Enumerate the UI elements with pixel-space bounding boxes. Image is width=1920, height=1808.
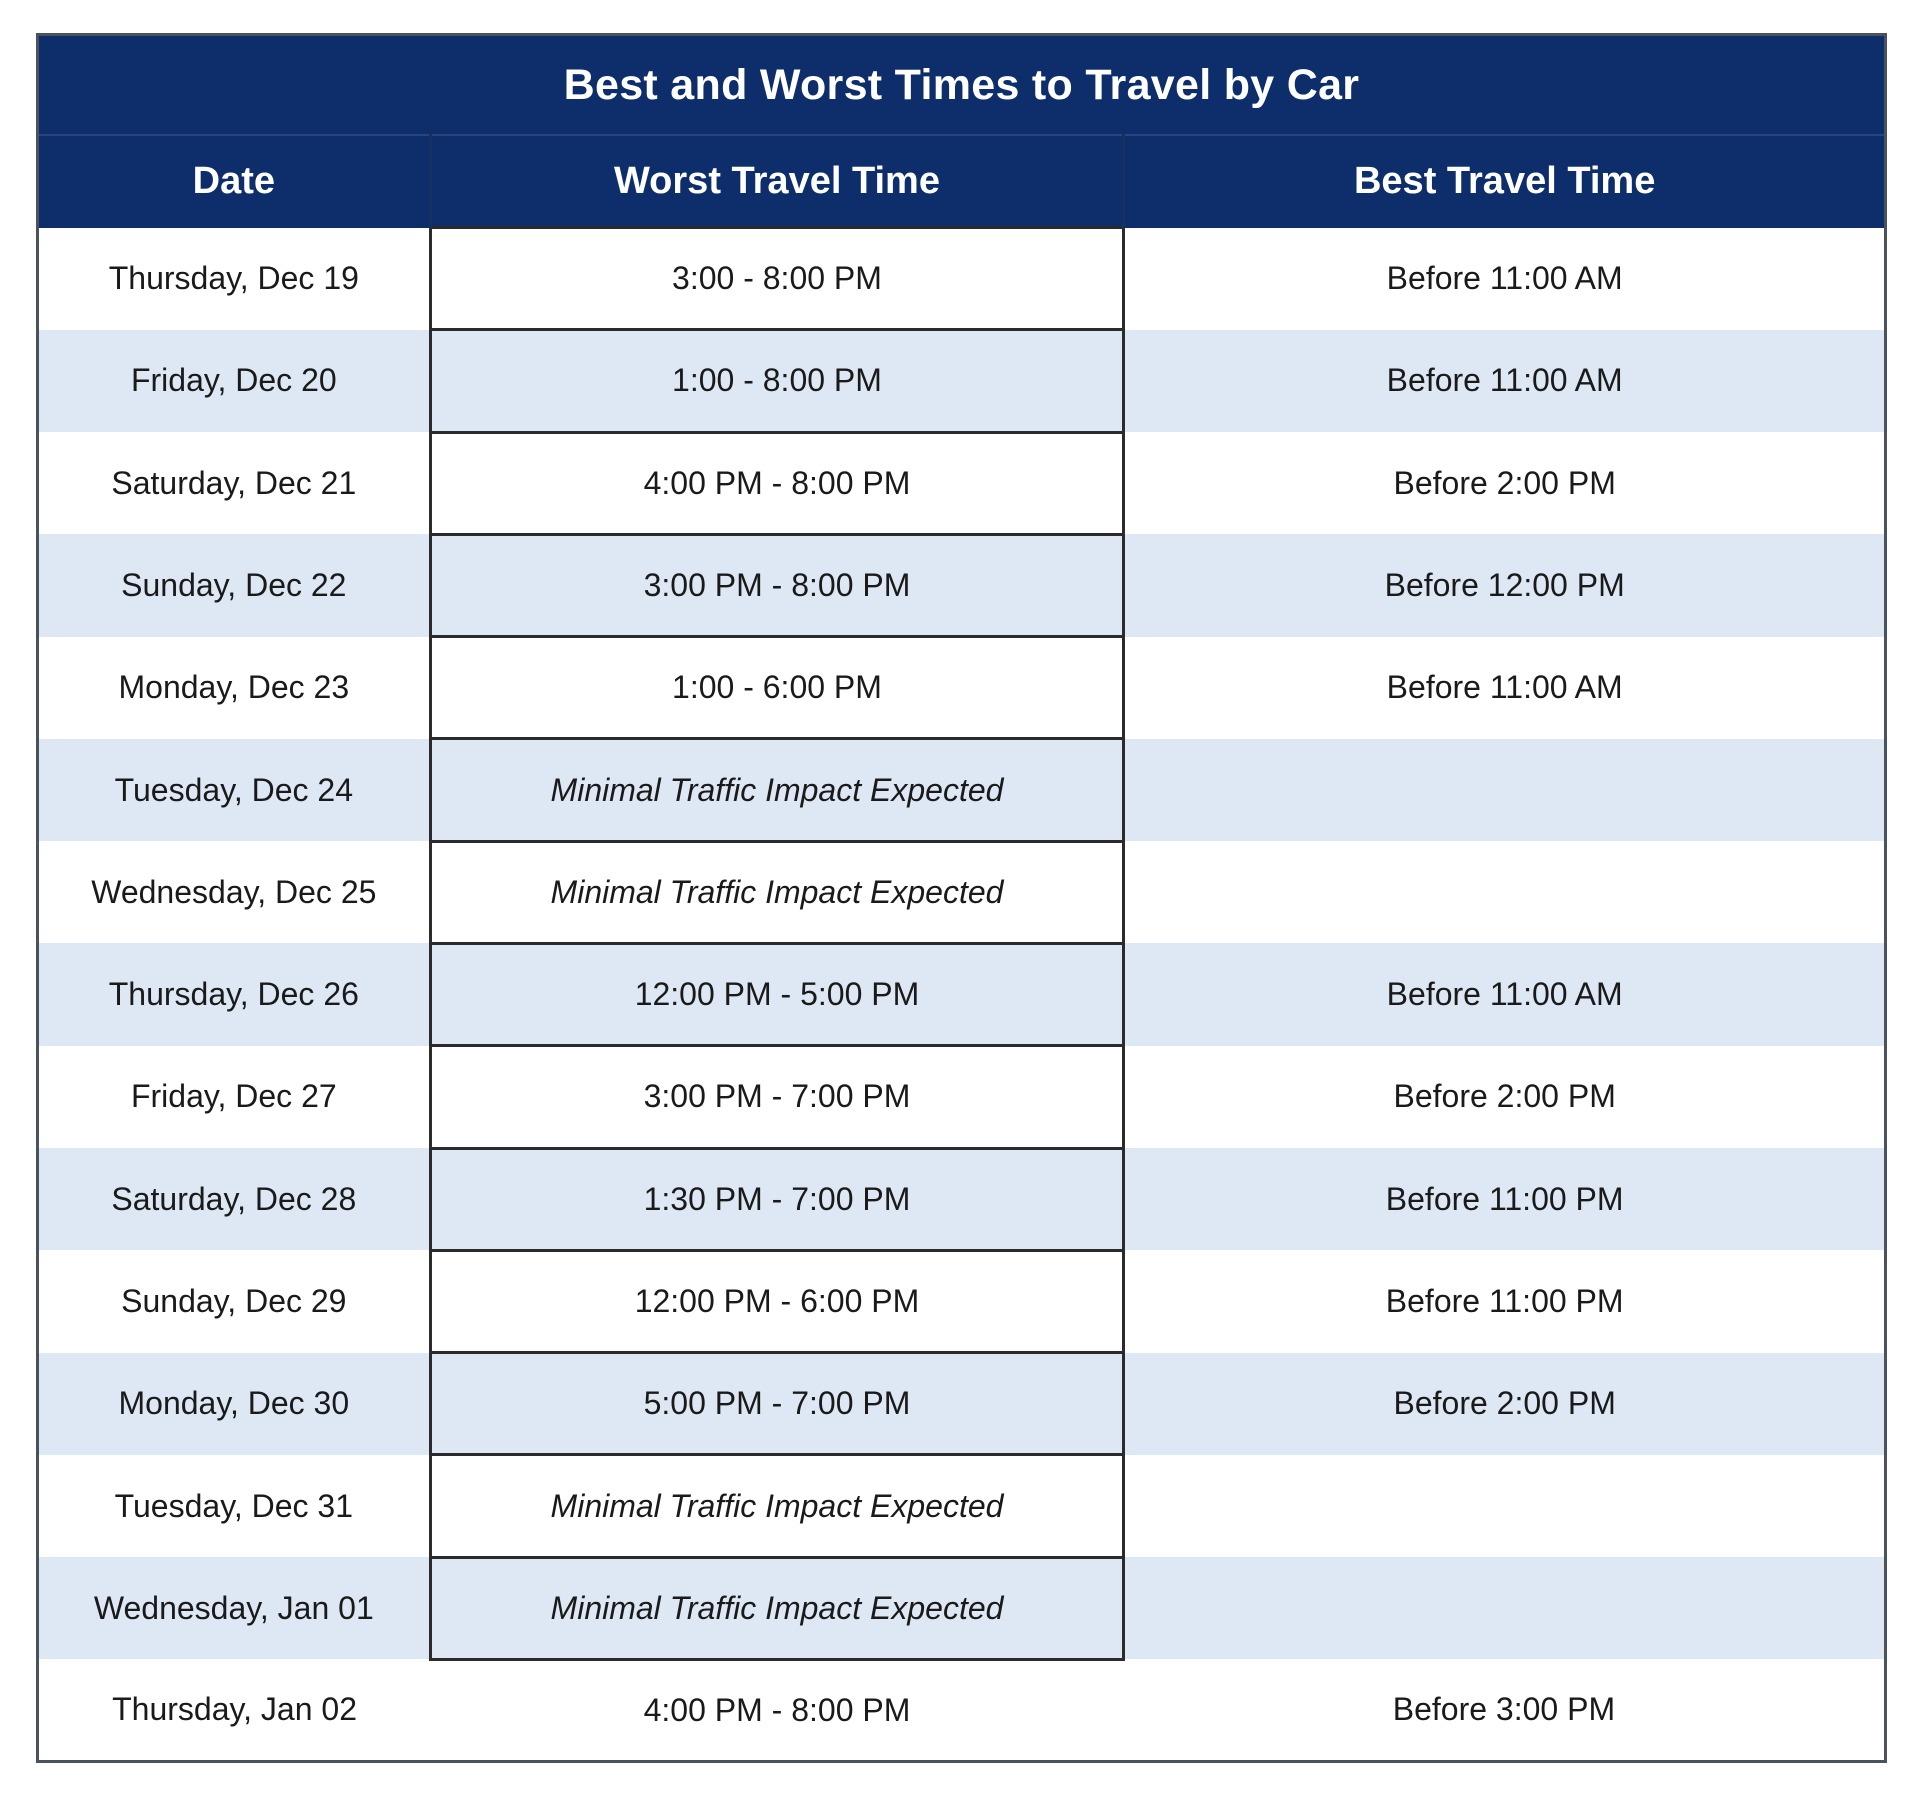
cell-worst-travel-time: 1:00 - 6:00 PM [428,636,1126,741]
travel-times-table-frame: Best and Worst Times to Travel by Car Da… [36,33,1887,1763]
cell-date: Thursday, Jan 02 [39,1659,431,1760]
cell-best-travel-time: Before 2:00 PM [1123,432,1884,535]
cell-worst-travel-time: 4:00 PM - 8:00 PM [428,432,1126,536]
cell-date: Tuesday, Dec 31 [39,1454,431,1558]
cell-date: Friday, Dec 27 [39,1045,431,1149]
cell-worst-travel-time: 3:00 - 8:00 PM [428,225,1126,332]
table-row: Sunday, Dec 29 12:00 PM - 6:00 PM Before 1… [39,1250,1884,1355]
cell-date: Sunday, Dec 29 [39,1250,431,1353]
cell-best-travel-time: Before 2:00 PM [1123,1045,1884,1149]
table-row: Friday, Dec 20 1:00 - 8:00 PM Before 11:00… [39,329,1884,434]
table-row: Tuesday, Dec 31 Minimal Traffic Impact Ex… [39,1454,1884,1559]
cell-best-travel-time: Before 11:00 PM [1123,1250,1884,1353]
cell-best-travel-time: Before 3:00 PM [1123,1659,1884,1760]
cell-worst-travel-time: 3:00 PM - 7:00 PM [428,1045,1126,1150]
cell-best-travel-time: Before 11:00 AM [1123,227,1884,330]
table-title: Best and Worst Times to Travel by Car [39,36,1884,136]
table-body: Thursday, Dec 19 3:00 - 8:00 PM Before 11:… [39,225,1884,1760]
cell-best-travel-time [1123,841,1884,944]
cell-date: Saturday, Dec 28 [39,1148,431,1251]
cell-worst-travel-time: Minimal Traffic Impact Expected [428,841,1126,945]
table-row: Wednesday, Jan 01 Minimal Traffic Impact … [39,1557,1884,1661]
table-row: Friday, Dec 27 3:00 PM - 7:00 PM Before 2:… [39,1045,1884,1150]
cell-worst-travel-time: Minimal Traffic Impact Expected [428,1557,1126,1661]
cell-best-travel-time: Before 2:00 PM [1123,1352,1884,1455]
cell-worst-travel-time: 12:00 PM - 5:00 PM [428,943,1126,1048]
table-row: Saturday, Dec 21 4:00 PM - 8:00 PM Before … [39,432,1884,536]
table-row: Tuesday, Dec 24 Minimal Traffic Impact Ex… [39,738,1884,843]
column-header-worst-travel-time: Worst Travel Time [428,135,1126,228]
cell-date: Wednesday, Jan 01 [39,1557,431,1660]
cell-date: Tuesday, Dec 24 [39,738,431,842]
cell-best-travel-time: Before 11:00 AM [1123,636,1884,739]
cell-worst-travel-time: 1:00 - 8:00 PM [428,329,1126,434]
cell-best-travel-time: Before 12:00 PM [1123,534,1884,637]
table-row: Monday, Dec 23 1:00 - 6:00 PM Before 11:00… [39,636,1884,741]
travel-times-table: Best and Worst Times to Travel by Car Da… [39,36,1884,1760]
table-row: Wednesday, Dec 25 Minimal Traffic Impact … [39,841,1884,945]
table-row: Monday, Dec 30 5:00 PM - 7:00 PM Before 2:… [39,1352,1884,1457]
cell-best-travel-time: Before 11:00 AM [1123,943,1884,1046]
column-header-row: Date Worst Travel Time Best Travel Time [39,135,1884,228]
cell-worst-travel-time: 5:00 PM - 7:00 PM [428,1352,1126,1457]
table-row: Sunday, Dec 22 3:00 PM - 8:00 PM Before 12… [39,534,1884,639]
cell-date: Saturday, Dec 21 [39,432,431,535]
column-header-best-travel-time: Best Travel Time [1123,135,1884,228]
table-header: Best and Worst Times to Travel by Car Da… [39,36,1884,228]
cell-date: Thursday, Dec 19 [39,227,431,330]
cell-best-travel-time: Before 11:00 AM [1123,329,1884,433]
table-row: Thursday, Jan 02 4:00 PM - 8:00 PM Before … [39,1659,1884,1760]
cell-best-travel-time: Before 11:00 PM [1123,1148,1884,1251]
cell-date: Monday, Dec 23 [39,636,431,739]
table-row: Saturday, Dec 28 1:30 PM - 7:00 PM Before … [39,1148,1884,1252]
cell-worst-travel-time: 3:00 PM - 8:00 PM [428,534,1126,639]
cell-date: Friday, Dec 20 [39,329,431,433]
cell-date: Thursday, Dec 26 [39,943,431,1046]
page-root: Best and Worst Times to Travel by Car Da… [0,0,1920,1808]
table-title-row: Best and Worst Times to Travel by Car [39,36,1884,136]
table-row: Thursday, Dec 19 3:00 - 8:00 PM Before 11:… [39,225,1884,332]
column-header-date: Date [39,135,431,228]
cell-worst-travel-time: 4:00 PM - 8:00 PM [430,1659,1124,1760]
cell-best-travel-time [1123,1557,1884,1660]
cell-worst-travel-time: 1:30 PM - 7:00 PM [428,1148,1126,1252]
table-row: Thursday, Dec 26 12:00 PM - 5:00 PM Before… [39,943,1884,1048]
cell-worst-travel-time: Minimal Traffic Impact Expected [428,1454,1126,1559]
cell-best-travel-time [1123,1454,1884,1558]
cell-date: Monday, Dec 30 [39,1352,431,1455]
cell-date: Wednesday, Dec 25 [39,841,431,944]
cell-best-travel-time [1123,738,1884,842]
cell-worst-travel-time: 12:00 PM - 6:00 PM [428,1250,1126,1355]
cell-date: Sunday, Dec 22 [39,534,431,637]
cell-worst-travel-time: Minimal Traffic Impact Expected [428,738,1126,843]
